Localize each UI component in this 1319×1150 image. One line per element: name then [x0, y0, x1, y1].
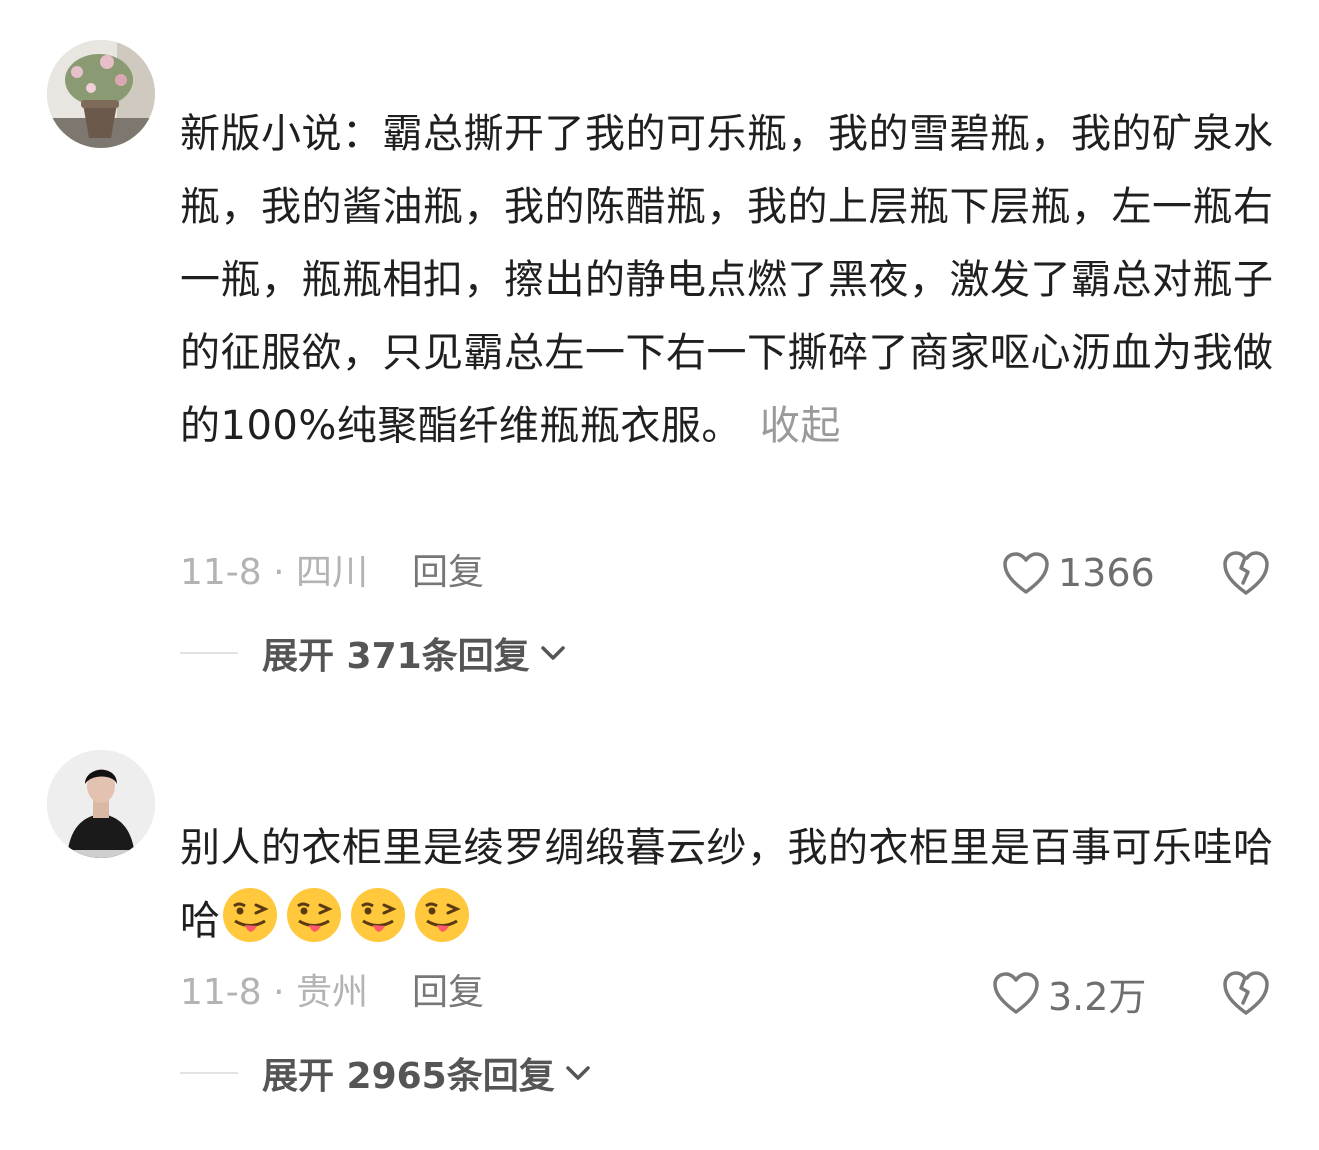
broken-heart-icon[interactable] [1222, 970, 1270, 1016]
heart-icon [993, 972, 1039, 1014]
tongue-wink-emoji-icon [222, 888, 277, 942]
avatar[interactable] [47, 40, 155, 148]
reply-button[interactable]: 回复 [412, 548, 484, 598]
heart-icon [1003, 552, 1049, 594]
expand-replies-label: 展开 2965条回复 [262, 1056, 555, 1097]
avatar[interactable] [47, 750, 155, 858]
reply-button[interactable]: 回复 [412, 968, 484, 1018]
date-location: 11-8 · 贵州 [180, 972, 369, 1013]
comment-meta: 11-8 · 贵州 回复 3.2万 [180, 968, 1280, 1019]
divider-line [180, 1072, 238, 1074]
tongue-wink-emoji-icon [350, 888, 405, 942]
collapse-link[interactable]: 收起 [760, 403, 841, 449]
emoji-group [221, 888, 477, 944]
expand-replies-button[interactable]: 展开 371条回复 [180, 628, 566, 678]
chevron-down-icon [565, 1066, 590, 1080]
broken-heart-icon[interactable] [1222, 550, 1270, 596]
expand-replies-button[interactable]: 展开 2965条回复 [180, 1048, 591, 1098]
comment-text: 新版小说：霸总撕开了我的可乐瓶，我的雪碧瓶，我的矿泉水瓶，我的酱油瓶，我的陈醋瓶… [180, 98, 1280, 463]
expand-replies-label: 展开 371条回复 [262, 636, 530, 677]
tongue-wink-emoji-icon [414, 888, 469, 942]
comment-text: 别人的衣柜里是绫罗绸缎暮云纱，我的衣柜里是百事可乐哇哈哈 [180, 812, 1280, 958]
like-button[interactable]: 3.2万 [992, 968, 1147, 1019]
like-count: 3.2万 [1048, 974, 1147, 1019]
like-button[interactable]: 1366 [1002, 548, 1155, 598]
avatar-person-image [47, 750, 155, 858]
like-count: 1366 [1058, 551, 1155, 595]
avatar-plant-image [47, 40, 155, 148]
comment-text-content: 新版小说：霸总撕开了我的可乐瓶，我的雪碧瓶，我的矿泉水瓶，我的酱油瓶，我的陈醋瓶… [180, 111, 1274, 449]
date-location: 11-8 · 四川 [180, 552, 369, 593]
divider-line [180, 652, 238, 654]
chevron-down-icon [540, 646, 565, 660]
comment-meta: 11-8 · 四川 回复 1366 [180, 548, 1280, 598]
tongue-wink-emoji-icon [286, 888, 341, 942]
